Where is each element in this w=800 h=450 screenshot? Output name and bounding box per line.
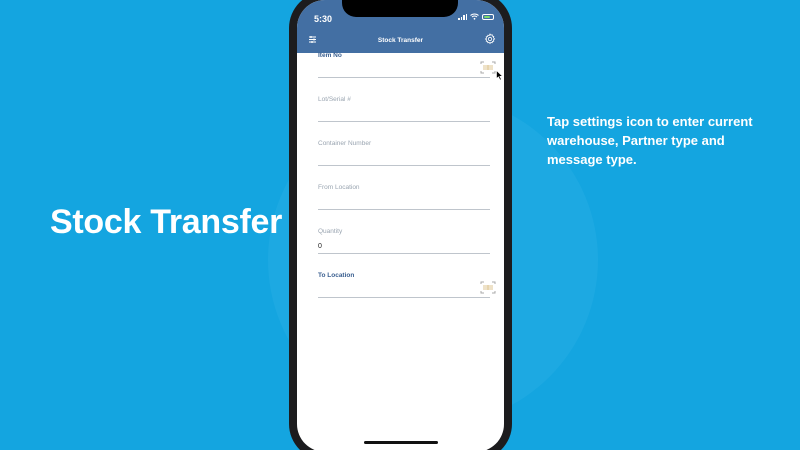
lot-serial-field[interactable]: Lot/Serial # [318, 96, 490, 140]
nav-title: Stock Transfer [377, 36, 424, 44]
phone-notch [342, 0, 458, 17]
item-no-field[interactable]: Item No [318, 52, 496, 96]
barcode-scan-icon[interactable] [480, 281, 496, 294]
nav-bar: Stock Transfer [297, 32, 504, 48]
to-location-underline [318, 297, 490, 298]
app-header: 5:30 Stock Transfer [297, 0, 504, 53]
from-location-underline [318, 209, 490, 210]
from-location-field[interactable]: From Location [318, 184, 490, 228]
slide-title: Stock Transfer [50, 203, 283, 241]
from-location-label: From Location [318, 184, 360, 191]
battery-icon [482, 13, 494, 20]
quantity-label: Quantity [318, 228, 343, 235]
container-number-label: Container Number [318, 140, 372, 147]
item-no-underline [318, 77, 490, 78]
quantity-input[interactable]: 0 [318, 243, 322, 250]
home-indicator[interactable] [363, 441, 438, 444]
quantity-field[interactable]: Quantity 0 [318, 228, 490, 272]
signal-icon [458, 13, 467, 20]
quantity-underline [318, 253, 490, 254]
mouse-cursor-icon [496, 70, 504, 81]
phone-frame: 5:30 Stock Transfer Item No Lot/Serial #… [289, 0, 512, 450]
container-number-underline [318, 165, 490, 166]
lot-serial-label: Lot/Serial # [318, 96, 351, 103]
container-number-field[interactable]: Container Number [318, 140, 490, 184]
barcode-scan-icon[interactable] [480, 61, 496, 74]
lot-serial-underline [318, 121, 490, 122]
slide-instruction: Tap settings icon to enter current wareh… [547, 114, 753, 167]
status-time: 5:30 [314, 14, 333, 24]
phone-screen: 5:30 Stock Transfer Item No Lot/Serial #… [297, 0, 504, 450]
status-icons [458, 13, 494, 20]
to-location-field[interactable]: To Location [318, 272, 496, 316]
item-no-label: Item No [318, 52, 342, 59]
stock-transfer-form: Item No Lot/Serial # Container Number Fr… [318, 52, 496, 316]
gear-icon[interactable] [484, 33, 496, 45]
to-location-label: To Location [318, 272, 355, 279]
wifi-icon [470, 13, 479, 20]
